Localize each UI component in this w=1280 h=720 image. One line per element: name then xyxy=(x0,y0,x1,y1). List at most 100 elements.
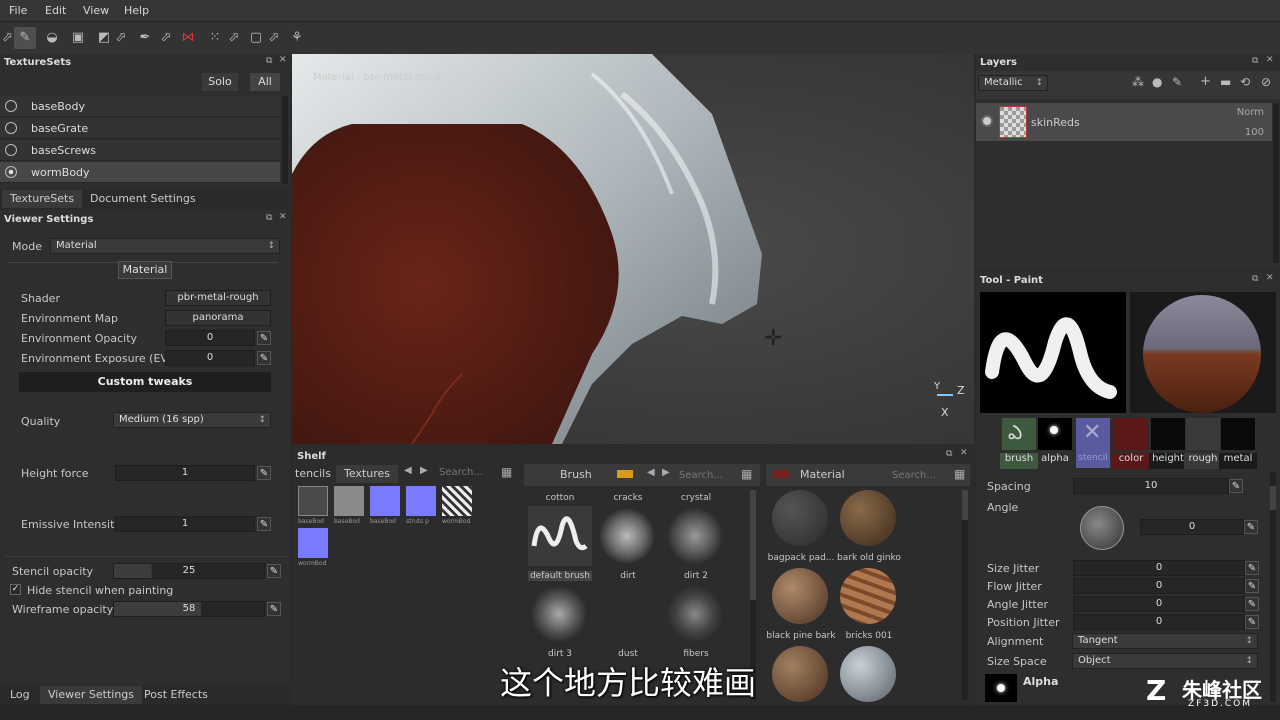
add-layer-icon[interactable]: + xyxy=(1200,74,1211,89)
delete-layer-icon[interactable]: ⊘ xyxy=(1261,75,1271,89)
height-channel-thumb[interactable] xyxy=(1151,418,1185,450)
grid-view-icon[interactable]: ▦ xyxy=(501,465,512,479)
panel-float-icon[interactable]: ⧉ xyxy=(946,449,952,459)
tab-scroll-left-icon[interactable]: ◀ xyxy=(647,467,655,478)
color-channel-thumb[interactable] xyxy=(1114,418,1148,450)
shelf-search-input[interactable]: Search... xyxy=(439,467,483,478)
edit-pen-icon[interactable]: ✎ xyxy=(1245,597,1259,611)
edit-pen-icon[interactable]: ✎ xyxy=(257,466,271,480)
2d-3d-view-icon[interactable]: ▢ xyxy=(245,27,267,49)
edit-pen-icon[interactable]: ✎ xyxy=(257,517,271,531)
textureset-row[interactable]: baseBody xyxy=(0,96,280,117)
shader-button[interactable]: pbr-metal-rough xyxy=(165,290,271,306)
texture-thumb[interactable] xyxy=(334,486,364,516)
grid-view-icon[interactable]: ▦ xyxy=(741,467,752,481)
custom-tweaks-button[interactable]: Custom tweaks xyxy=(19,372,271,392)
brush-thumb-default[interactable] xyxy=(528,506,592,566)
alpha-channel-thumb[interactable] xyxy=(1038,418,1072,450)
scrollbar[interactable] xyxy=(282,96,288,184)
tab-material[interactable]: Material xyxy=(792,466,853,484)
tab-scroll-left-icon[interactable]: ◀ xyxy=(404,465,412,476)
emissive-slider[interactable]: 1 xyxy=(115,516,255,532)
envop-field[interactable]: 0 xyxy=(165,330,255,346)
material-sphere[interactable] xyxy=(840,490,896,546)
symmetry-axis-icon[interactable]: ⁙ xyxy=(204,27,226,49)
rough-channel-thumb[interactable] xyxy=(1186,418,1220,450)
camera-icon[interactable]: ⚘ xyxy=(286,27,308,49)
panel-float-icon[interactable]: ⧉ xyxy=(1252,56,1258,66)
layer-opacity[interactable]: 100 xyxy=(1245,127,1264,138)
alpha-thumb[interactable] xyxy=(985,674,1017,702)
hide-stencil-checkbox[interactable]: ✓ xyxy=(10,584,21,595)
edit-pen-icon[interactable]: ✎ xyxy=(267,602,281,616)
quality-dropdown[interactable]: Medium (16 spp) xyxy=(113,412,271,428)
color-picker-icon[interactable]: ✒ xyxy=(134,27,156,49)
angle-dial[interactable] xyxy=(1080,506,1124,550)
edit-pen-icon[interactable]: ✎ xyxy=(1244,520,1258,534)
panel-float-icon[interactable]: ⧉ xyxy=(266,56,272,66)
envexp-field[interactable]: 0 xyxy=(165,350,255,366)
popout-icon[interactable]: ⬀ xyxy=(2,27,13,49)
add-mask-icon[interactable]: ● xyxy=(1152,75,1162,89)
texture-thumb[interactable] xyxy=(406,486,436,516)
symmetry-icon[interactable]: ⋈ xyxy=(177,27,199,49)
angle-jitter-slider[interactable]: 0 xyxy=(1073,596,1245,612)
tab-viewer-settings[interactable]: Viewer Settings xyxy=(40,686,143,704)
tab-document-settings[interactable]: Document Settings xyxy=(82,190,204,208)
position-jitter-slider[interactable]: 0 xyxy=(1073,614,1245,630)
all-button[interactable]: All xyxy=(250,73,280,91)
brush-thumb[interactable] xyxy=(530,586,588,642)
menu-view[interactable]: View xyxy=(83,4,109,17)
tab-textures[interactable]: Textures xyxy=(336,465,398,483)
popout-icon[interactable]: ⬀ xyxy=(115,27,127,49)
textureset-row-selected[interactable]: wormBody xyxy=(0,162,280,183)
size-jitter-slider[interactable]: 0 xyxy=(1073,560,1245,576)
add-paint-layer-icon[interactable]: ✎ xyxy=(1172,75,1182,89)
tab-scroll-right-icon[interactable]: ▶ xyxy=(420,465,428,476)
popout-icon[interactable]: ⬀ xyxy=(268,27,280,49)
texture-thumb[interactable] xyxy=(298,528,328,558)
eraser-tool-icon[interactable]: ◒ xyxy=(41,27,63,49)
panel-float-icon[interactable]: ⧉ xyxy=(1252,274,1258,284)
envmap-button[interactable]: panorama xyxy=(165,310,271,326)
brush-search-input[interactable]: Search... xyxy=(679,470,723,481)
material-sphere[interactable] xyxy=(772,490,828,546)
tab-stencils[interactable]: tencils xyxy=(292,465,334,483)
tab-scroll-right-icon[interactable]: ▶ xyxy=(662,467,670,478)
alignment-dropdown[interactable]: Tangent xyxy=(1072,633,1258,649)
angle-field[interactable]: 0 xyxy=(1140,519,1244,535)
panel-float-icon[interactable]: ⧉ xyxy=(266,213,272,223)
popout-icon[interactable]: ⬀ xyxy=(160,27,172,49)
texture-thumb[interactable] xyxy=(442,486,472,516)
3d-viewport[interactable]: Material - pbr-metal-rough ✛ Y Z X xyxy=(292,54,974,444)
material-sphere[interactable] xyxy=(840,568,896,624)
add-folder-icon[interactable]: ▬ xyxy=(1220,75,1231,89)
layer-blend-mode[interactable]: Norm xyxy=(1237,107,1264,118)
brush-thumb[interactable] xyxy=(666,586,724,642)
edit-pen-icon[interactable]: ✎ xyxy=(257,351,271,365)
spacing-slider[interactable]: 10 xyxy=(1073,478,1229,494)
menu-help[interactable]: Help xyxy=(124,4,149,17)
brush-thumb[interactable] xyxy=(598,508,656,564)
tab-post-effects[interactable]: Post Effects xyxy=(136,686,216,704)
visibility-eye-icon[interactable] xyxy=(981,115,993,127)
brush-channel-thumb[interactable]: ఎ xyxy=(1002,418,1036,450)
edit-pen-icon[interactable]: ✎ xyxy=(267,564,281,578)
tab-brush[interactable]: Brush xyxy=(552,466,600,484)
flow-jitter-slider[interactable]: 0 xyxy=(1073,578,1245,594)
panel-close-icon[interactable]: ✕ xyxy=(1266,55,1274,65)
edit-pen-icon[interactable]: ✎ xyxy=(1245,579,1259,593)
scrollbar-thumb[interactable] xyxy=(962,490,968,520)
mode-dropdown[interactable]: Material xyxy=(50,238,280,254)
tab-texturesets[interactable]: TextureSets xyxy=(2,190,83,208)
metal-channel-thumb[interactable] xyxy=(1221,418,1255,450)
scrollbar[interactable] xyxy=(1273,103,1279,263)
texture-thumb[interactable] xyxy=(298,486,328,516)
edit-pen-icon[interactable]: ✎ xyxy=(1245,615,1259,629)
channel-dropdown[interactable]: Metallic xyxy=(978,75,1048,91)
material-sphere[interactable] xyxy=(772,646,828,702)
material-sphere[interactable] xyxy=(840,646,896,702)
instance-icon[interactable]: ⟲ xyxy=(1240,75,1250,89)
edit-pen-icon[interactable]: ✎ xyxy=(1245,561,1259,575)
textureset-row[interactable]: baseGrate xyxy=(0,118,280,139)
